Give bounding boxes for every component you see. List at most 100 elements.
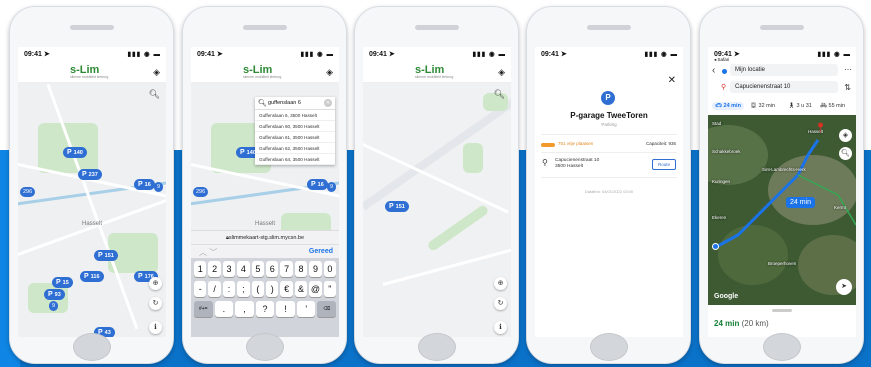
mode-walk[interactable]: 🚶︎ 3 u 31 xyxy=(788,103,812,109)
keyboard-key[interactable]: 1 xyxy=(194,261,207,277)
keyboard-key[interactable]: @ xyxy=(309,281,322,297)
keyboard-key[interactable]: ) xyxy=(266,281,279,297)
keyboard-key[interactable]: 7 xyxy=(280,261,293,277)
home-button[interactable] xyxy=(418,333,456,361)
suggestion-item[interactable]: Guffenslaan 6, 3500 Hasselt xyxy=(255,110,335,121)
destination-field[interactable]: Capucienenstraat 10 xyxy=(730,81,838,93)
parking-pin[interactable]: P 16 xyxy=(307,179,328,190)
navigate-icon[interactable]: ➤ xyxy=(836,279,852,295)
parking-cluster[interactable]: 296 xyxy=(20,187,36,197)
parking-cluster[interactable]: 9 xyxy=(49,301,59,311)
url-bar[interactable]: 🔒︎slimmekaart-stg.slim.mycsn.be xyxy=(191,230,339,244)
parking-cluster[interactable]: 9 xyxy=(327,182,337,192)
parking-pin[interactable]: P 237 xyxy=(78,169,102,180)
back-icon[interactable]: ‹ xyxy=(712,65,715,76)
keyboard-key[interactable]: 9 xyxy=(309,261,322,277)
done-button[interactable]: Gereed xyxy=(309,248,333,255)
search-icon[interactable]: 🔍︎ xyxy=(149,89,160,100)
mode-bike[interactable]: 🚲︎ 55 min xyxy=(820,103,845,109)
search-input[interactable]: 🔍︎ guffenslaan 6 ✕ xyxy=(255,97,335,110)
status-time: 09:41 xyxy=(369,51,387,58)
info-icon[interactable]: ℹ xyxy=(494,321,507,334)
keyboard-key[interactable]: - xyxy=(194,281,207,297)
suggestion-item[interactable]: Guffenslaan 61, 3500 Hasselt xyxy=(255,132,335,143)
home-button[interactable] xyxy=(763,333,801,361)
keyboard-key[interactable]: : xyxy=(222,281,236,297)
home-button[interactable] xyxy=(590,333,628,361)
keyboard-key[interactable]: 0 xyxy=(323,261,337,277)
clear-icon[interactable]: ✕ xyxy=(324,99,332,107)
map[interactable]: 🔍︎ P 140 P 237 296 P 16 9 Hasselt P 151 P 116… xyxy=(18,83,166,337)
keyboard-key[interactable]: " xyxy=(323,281,337,297)
parking-pin[interactable]: P 151 xyxy=(385,201,409,212)
parking-pin[interactable]: P 16 xyxy=(134,179,155,190)
more-icon[interactable]: ⋯ xyxy=(844,65,852,74)
status-bar: 09:41 ➤ ▮▮▮ ◉ ▬ ◂ Safari xyxy=(714,51,851,62)
phone-1: 09:41 ➤ ▮▮▮ ◉ ▬ s-Lim slimme mobiliteit li… xyxy=(9,6,174,364)
parking-cluster[interactable]: 296 xyxy=(193,187,209,197)
layers-icon[interactable]: ◈ xyxy=(498,67,505,78)
origin-field[interactable]: Mijn locatie xyxy=(730,64,838,76)
parking-pin[interactable]: P 151 xyxy=(94,250,118,261)
parking-detail-panel: ✕ P P-garage TweeToren Parking 751 vrije… xyxy=(535,61,683,337)
keyboard-key[interactable]: #+= xyxy=(194,301,213,317)
keyboard-key[interactable]: . xyxy=(214,301,234,317)
satellite-map[interactable]: Stad Schakkebroek Sint-Lambrechts-Herk K… xyxy=(708,115,856,305)
locate-icon[interactable]: ⊕ xyxy=(149,277,162,290)
parking-pin[interactable]: P 116 xyxy=(80,271,104,282)
mode-transit[interactable]: 🚆︎ 32 min xyxy=(750,103,775,109)
swap-icon[interactable]: ⇅ xyxy=(844,83,851,92)
status-icons: ▮▮▮ ◉ ▬ xyxy=(300,51,334,58)
keyboard-key[interactable]: 3 xyxy=(222,261,236,277)
home-button[interactable] xyxy=(246,333,284,361)
refresh-icon[interactable]: ↻ xyxy=(494,297,507,310)
info-icon[interactable]: ℹ xyxy=(149,321,162,334)
layers-icon[interactable]: ◈ xyxy=(326,67,333,78)
divider xyxy=(541,152,677,153)
suggestion-item[interactable]: Guffenslaan 60, 3500 Hasselt xyxy=(255,121,335,132)
origin-dot-icon xyxy=(722,69,727,74)
nav-arrows-icon[interactable]: ︿ ﹀ xyxy=(199,247,217,258)
search-icon[interactable]: 🔍︎ xyxy=(494,89,505,100)
keyboard-key[interactable]: 5 xyxy=(251,261,265,277)
parking-pin[interactable]: P 140 xyxy=(63,147,87,158)
keyboard-key[interactable]: 4 xyxy=(237,261,250,277)
keyboard-key[interactable]: ; xyxy=(237,281,250,297)
keyboard-key[interactable]: / xyxy=(208,281,221,297)
map[interactable]: 🔍︎ P 151 ⊕ ↻ ℹ xyxy=(363,83,511,337)
route-time-badge[interactable]: 24 min xyxy=(786,197,816,208)
phone-5: 09:41 ➤ ▮▮▮ ◉ ▬ ◂ Safari ‹ Mijn locatie ⋯ … xyxy=(699,6,864,364)
keyboard-key[interactable]: 8 xyxy=(294,261,308,277)
phone-2: 09:41 ➤ ▮▮▮ ◉ ▬ s-Lim slimme mobiliteit li… xyxy=(182,6,347,364)
google-logo: Google xyxy=(714,293,739,300)
keyboard-key[interactable]: 6 xyxy=(266,261,279,277)
drag-handle[interactable] xyxy=(772,309,792,312)
suggestion-item[interactable]: Guffenslaan 64, 3500 Hasselt xyxy=(255,154,335,165)
keyboard-key[interactable]: 2 xyxy=(208,261,221,277)
keyboard-key[interactable]: & xyxy=(294,281,308,297)
parking-title: P-garage TweeToren xyxy=(570,111,648,120)
home-button[interactable] xyxy=(73,333,111,361)
map-label: Stad xyxy=(712,121,722,126)
route-button[interactable]: Route xyxy=(651,159,676,170)
parking-pin[interactable]: P 15 xyxy=(52,277,73,288)
keyboard-key[interactable]: ⌫ xyxy=(317,301,337,317)
keyboard-key[interactable]: ( xyxy=(251,281,265,297)
refresh-icon[interactable]: ↻ xyxy=(149,297,162,310)
layers-icon[interactable]: ◈ xyxy=(153,67,160,78)
keyboard-key[interactable]: , xyxy=(235,301,254,317)
close-icon[interactable]: ✕ xyxy=(668,75,676,86)
keyboard-key[interactable]: ? xyxy=(255,301,275,317)
layers-icon[interactable]: ◈ xyxy=(839,129,852,142)
status-time: 09:41 xyxy=(197,51,215,58)
mode-car[interactable]: 🚗︎ 24 min xyxy=(712,102,744,110)
suggestion-item[interactable]: Guffenslaan 62, 3500 Hasselt xyxy=(255,143,335,154)
keyboard-key[interactable]: ' xyxy=(296,301,316,317)
keyboard-key[interactable]: € xyxy=(280,281,293,297)
parking-pin[interactable]: P 93 xyxy=(44,289,65,300)
locate-icon[interactable]: ⊕ xyxy=(494,277,507,290)
parking-cluster[interactable]: 9 xyxy=(154,182,164,192)
search-icon[interactable]: 🔍︎ xyxy=(839,147,852,160)
keyboard-key[interactable]: ! xyxy=(276,301,295,317)
screen-map: 09:41 ➤ ▮▮▮ ◉ ▬ s-Lim slimme mobiliteit li… xyxy=(18,47,166,337)
